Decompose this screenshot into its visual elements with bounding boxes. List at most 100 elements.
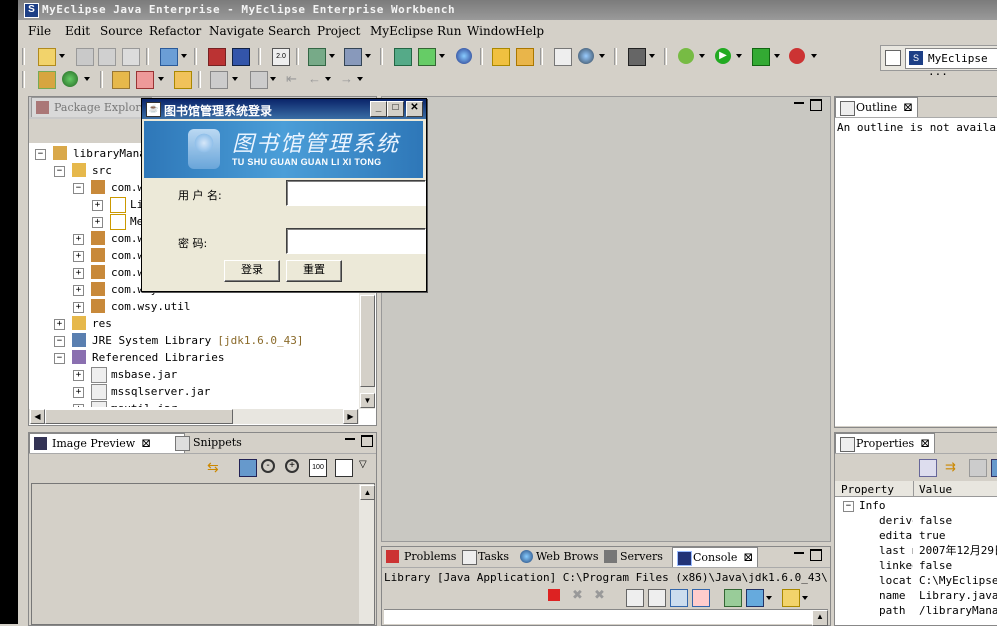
scroll-down-button[interactable]: ▼	[360, 393, 375, 408]
new-server-icon[interactable]	[160, 48, 178, 66]
collapse-icon[interactable]: −	[73, 183, 84, 194]
expand-icon[interactable]: +	[73, 370, 84, 381]
close-icon[interactable]: ⊠	[141, 436, 151, 450]
remove-launch-icon[interactable]: ✖	[572, 587, 583, 603]
menu-refactor[interactable]: Refactor	[149, 24, 201, 38]
run-icon[interactable]: ▶	[715, 48, 731, 64]
menu-file[interactable]: File	[28, 24, 51, 38]
expand-icon[interactable]: +	[92, 217, 103, 228]
login-button[interactable]: 登录	[224, 260, 280, 282]
new-icon[interactable]	[38, 48, 56, 66]
sync-icon[interactable]: ⇆	[207, 459, 223, 475]
show-stderr-icon[interactable]	[692, 589, 710, 607]
open-folder-icon[interactable]	[492, 48, 510, 66]
next-annotation-icon[interactable]	[250, 71, 268, 89]
show-categories-icon[interactable]	[919, 459, 937, 477]
scroll-left-button[interactable]: ◀	[30, 409, 45, 424]
debug-icon[interactable]	[678, 48, 694, 64]
tab-outline[interactable]: Outline ⊠	[835, 97, 919, 117]
expand-icon[interactable]: +	[73, 285, 84, 296]
fit-image-icon[interactable]	[239, 459, 257, 477]
view-menu-icon[interactable]	[991, 459, 997, 477]
tab-problems[interactable]: Problems	[382, 547, 460, 566]
expand-icon[interactable]: +	[73, 251, 84, 262]
tab-snippets[interactable]: Snippets	[171, 433, 246, 452]
show-stdout-icon[interactable]	[670, 589, 688, 607]
web-icon[interactable]	[578, 48, 594, 64]
open-perspective-icon[interactable]	[885, 50, 901, 66]
menu-search[interactable]: Search	[268, 24, 311, 38]
tree-horizontal-scrollbar[interactable]: ◀ ▶	[29, 409, 359, 424]
menu-help[interactable]: Help	[515, 24, 544, 38]
zoom-in-icon[interactable]: +	[285, 459, 299, 473]
tab-package-explorer[interactable]: Package Explore	[31, 97, 153, 117]
expand-icon[interactable]: +	[92, 200, 103, 211]
display-console-icon[interactable]	[746, 589, 764, 607]
open-resource-icon[interactable]	[232, 48, 250, 66]
deploy-icon[interactable]	[344, 48, 362, 66]
close-icon[interactable]: ⊠	[743, 550, 753, 564]
expand-icon[interactable]: +	[73, 302, 84, 313]
tab-web-browser[interactable]: Web Brows	[516, 547, 602, 566]
fit-window-icon[interactable]	[335, 459, 353, 477]
open-project-icon[interactable]	[112, 71, 130, 89]
import-icon[interactable]	[516, 48, 534, 66]
new-class-icon[interactable]	[62, 71, 78, 87]
menu-project[interactable]: Project	[317, 24, 360, 38]
tab-image-preview[interactable]: Image Preview ⊠	[29, 433, 185, 453]
zoom-out-icon[interactable]: -	[261, 459, 275, 473]
column-property[interactable]: Property	[841, 483, 894, 496]
menu-run[interactable]: Run	[437, 24, 462, 38]
property-row[interactable]: editab true	[837, 528, 997, 543]
restore-default-icon[interactable]	[969, 459, 987, 477]
expand-icon[interactable]: +	[54, 319, 65, 330]
scroll-right-button[interactable]: ▶	[343, 409, 358, 424]
hscroll-thumb[interactable]	[45, 409, 233, 424]
new-ui-icon[interactable]	[554, 48, 572, 66]
close-icon[interactable]: ⊠	[920, 436, 930, 450]
property-row[interactable]: name Library.java	[837, 588, 997, 603]
close-icon[interactable]: ⊠	[903, 100, 913, 114]
menu-navigate[interactable]: Navigate	[209, 24, 264, 38]
run-server-icon[interactable]	[418, 48, 436, 66]
run-external-icon[interactable]	[752, 48, 770, 66]
last-edit-icon[interactable]: ⇤	[286, 71, 297, 87]
minimize-icon[interactable]	[345, 435, 355, 440]
tab-tasks[interactable]: Tasks	[458, 547, 513, 566]
java-version-icon[interactable]: 2.0	[272, 48, 290, 66]
preview-scrollbar[interactable]: ▲	[359, 484, 375, 624]
maximize-icon[interactable]	[361, 435, 373, 447]
collapse-icon[interactable]: −	[843, 501, 854, 512]
save-icon[interactable]	[76, 48, 94, 66]
view-menu-icon[interactable]: ▽	[359, 459, 367, 470]
minimize-icon[interactable]	[794, 99, 804, 104]
pin-console-icon[interactable]	[724, 589, 742, 607]
minimize-button[interactable]: _	[370, 101, 387, 117]
expand-icon[interactable]: +	[73, 404, 84, 407]
menu-source[interactable]: Source	[100, 24, 143, 38]
db-explorer-icon[interactable]	[394, 48, 412, 66]
property-row[interactable]: last m 2007年12月29日	[837, 543, 997, 558]
actual-size-icon[interactable]: 100	[309, 459, 327, 477]
reset-button[interactable]: 重置	[286, 260, 342, 282]
annotation-icon[interactable]	[210, 71, 228, 89]
scroll-up-button[interactable]: ▲	[360, 485, 375, 500]
property-row[interactable]: path/libraryManag	[837, 603, 997, 618]
back-icon[interactable]: ←	[308, 71, 321, 86]
terminate-icon[interactable]	[548, 589, 560, 601]
password-input[interactable]	[286, 228, 426, 254]
property-row[interactable]: linked false	[837, 558, 997, 573]
dialog-title-bar[interactable]: ☕ 图书馆管理系统登录 _ □ ✕	[142, 99, 426, 119]
camera-icon[interactable]	[628, 48, 646, 66]
menu-window[interactable]: Window	[467, 24, 516, 38]
stop-server-icon[interactable]	[789, 48, 805, 64]
save-all-icon[interactable]	[98, 48, 116, 66]
open-console-icon[interactable]	[782, 589, 800, 607]
browser-icon[interactable]	[456, 48, 472, 64]
menu-myeclipse[interactable]: MyEclipse	[370, 24, 433, 38]
wizard-icon[interactable]	[308, 48, 326, 66]
tab-servers[interactable]: Servers	[600, 547, 667, 566]
scroll-lock-icon[interactable]	[648, 589, 666, 607]
maximize-button[interactable]: □	[387, 101, 404, 117]
minimize-icon[interactable]	[794, 549, 804, 554]
